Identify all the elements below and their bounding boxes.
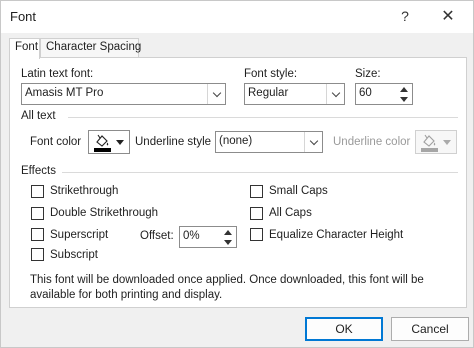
font-color-button[interactable] [88,130,130,154]
paint-bucket-icon [423,134,436,147]
font-style-dropdown-button[interactable] [326,84,344,104]
underline-color-button [415,130,457,154]
equalize-height-checkbox[interactable] [250,228,263,241]
size-increase-button[interactable] [396,84,412,94]
dropdown-arrow-icon [443,140,451,145]
cancel-button[interactable]: Cancel [391,317,469,341]
subscript-label: Subscript [50,249,98,261]
chevron-down-icon [331,88,340,97]
all-text-divider [68,117,458,118]
underline-color-label: Underline color [333,136,411,148]
triangle-down-icon [224,239,232,245]
double-strikethrough-checkbox[interactable] [31,207,44,220]
close-button[interactable]: ✕ [435,5,461,27]
offset-decrease-button[interactable] [220,237,236,247]
offset-spinner[interactable]: 0% [179,226,237,248]
all-caps-label: All Caps [269,207,312,219]
underline-style-label: Underline style [135,136,212,148]
superscript-checkbox[interactable] [31,228,44,241]
font-dialog: Font ? ✕ Font Character Spacing Latin te… [0,0,474,348]
size-decrease-button[interactable] [396,94,412,104]
superscript-label: Superscript [50,229,109,241]
help-button[interactable]: ? [392,5,418,27]
all-text-heading: All text [21,110,56,122]
tab-character-spacing-label: Character Spacing [46,41,142,53]
font-style-combobox[interactable]: Regular [244,83,345,105]
offset-value: 0% [183,230,200,242]
subscript-checkbox[interactable] [31,248,44,261]
tab-character-spacing[interactable]: Character Spacing [40,38,142,58]
double-strikethrough-label: Double Strikethrough [50,207,159,219]
font-color-swatch [94,148,111,152]
underline-color-swatch [421,148,438,152]
latin-font-combobox[interactable]: Amasis MT Pro [21,83,226,105]
underline-style-combobox[interactable]: (none) [215,131,323,153]
small-caps-label: Small Caps [269,185,328,197]
paint-bucket-icon [96,134,109,147]
triangle-up-icon [400,86,408,92]
latin-font-dropdown-button[interactable] [207,84,225,104]
tab-font-label: Font [15,41,39,53]
equalize-height-label: Equalize Character Height [269,229,404,241]
strikethrough-label: Strikethrough [50,185,119,197]
latin-font-label: Latin text font: [21,68,94,80]
triangle-up-icon [224,229,232,235]
dropdown-arrow-icon [116,140,124,145]
effects-heading: Effects [21,165,56,177]
offset-label: Offset: [140,230,174,242]
triangle-down-icon [400,96,408,102]
small-caps-checkbox[interactable] [250,185,263,198]
strikethrough-checkbox[interactable] [31,185,44,198]
download-note: This font will be downloaded once applie… [30,274,424,301]
all-caps-checkbox[interactable] [250,207,263,220]
underline-style-dropdown-button[interactable] [304,132,322,152]
font-color-label: Font color [30,136,82,148]
size-spinner[interactable]: 60 [355,83,413,105]
effects-divider [62,172,458,173]
dialog-title: Font [10,9,37,24]
chevron-down-icon [309,136,318,145]
size-label: Size: [355,68,381,80]
tab-font[interactable]: Font [9,38,40,59]
title-bar: Font ? ✕ [1,1,473,33]
underline-style-value: (none) [219,135,253,147]
offset-increase-button[interactable] [220,227,236,237]
latin-font-value: Amasis MT Pro [25,87,104,99]
font-style-label: Font style: [244,68,298,80]
chevron-down-icon [212,88,221,97]
font-tab-panel: Latin text font: Amasis MT Pro Font styl… [9,57,467,308]
size-value: 60 [359,87,372,99]
ok-button[interactable]: OK [305,317,383,341]
font-style-value: Regular [248,87,289,99]
